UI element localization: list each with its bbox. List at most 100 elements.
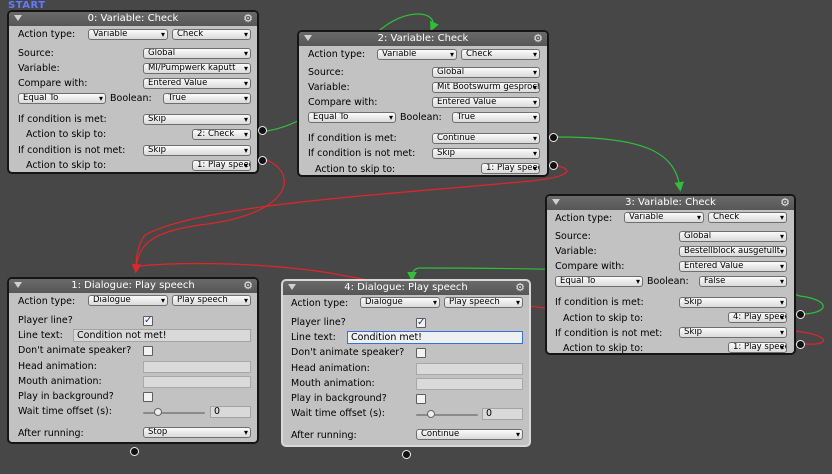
- node-0-variable-check[interactable]: 0: Variable: Check ⚙ Action type: Variabl…: [7, 10, 259, 174]
- wait-offset-field[interactable]: 0: [210, 406, 251, 418]
- line-text-field[interactable]: Condition not met!: [73, 329, 251, 342]
- boolean-dropdown[interactable]: True: [452, 112, 540, 123]
- node-3-not-met-socket[interactable]: [796, 340, 805, 349]
- collapse-triangle-icon[interactable]: [288, 284, 296, 290]
- mouth-animation-label: Mouth animation:: [18, 376, 102, 387]
- operator-dropdown[interactable]: Equal To: [555, 276, 643, 287]
- compare-with-dropdown[interactable]: Entered Value: [679, 261, 787, 272]
- dont-animate-label: Don't animate speaker?: [18, 345, 132, 356]
- action-category-dropdown[interactable]: Dialogue: [88, 295, 168, 306]
- source-dropdown[interactable]: Global: [679, 231, 787, 242]
- variable-dropdown[interactable]: Mit Bootswurm gesprochen: [432, 82, 540, 93]
- action-type-dropdown[interactable]: Check: [708, 212, 787, 223]
- action-category-dropdown[interactable]: Variable: [377, 49, 457, 60]
- if-met-label: If condition is met:: [18, 114, 107, 125]
- wire-2-met-to-3: [557, 136, 684, 192]
- variable-dropdown[interactable]: MI/Pumpwerk kaputt: [143, 63, 251, 74]
- collapse-triangle-icon[interactable]: [304, 35, 312, 41]
- compare-with-dropdown[interactable]: Entered Value: [143, 78, 251, 89]
- gear-icon[interactable]: ⚙: [243, 12, 253, 26]
- if-not-met-label: If condition is not met:: [18, 145, 126, 156]
- gear-icon[interactable]: ⚙: [780, 196, 790, 210]
- met-skip-to-dropdown[interactable]: 2: Check: [192, 129, 251, 140]
- node-header[interactable]: 1: Dialogue: Play speech ⚙: [9, 279, 257, 293]
- node-header[interactable]: 3: Variable: Check ⚙: [547, 196, 794, 210]
- play-background-checkbox[interactable]: [416, 394, 426, 404]
- compare-with-dropdown[interactable]: Entered Value: [432, 97, 540, 108]
- if-not-met-dropdown[interactable]: Skip: [679, 327, 787, 338]
- node-4-out-socket[interactable]: [402, 450, 411, 459]
- node-title: 1: Dialogue: Play speech: [71, 280, 195, 291]
- collapse-triangle-icon[interactable]: [14, 15, 22, 21]
- action-category-dropdown[interactable]: Variable: [624, 212, 704, 223]
- gear-icon[interactable]: ⚙: [243, 279, 253, 293]
- if-met-dropdown[interactable]: Skip: [143, 114, 251, 125]
- node-2-not-met-socket[interactable]: [549, 161, 558, 170]
- skip-to-label: Action to skip to:: [26, 160, 107, 171]
- after-running-dropdown[interactable]: Continue: [416, 429, 523, 440]
- wait-offset-slider[interactable]: [143, 412, 205, 414]
- node-3-variable-check[interactable]: 3: Variable: Check ⚙ Action type: Variabl…: [545, 194, 796, 355]
- gear-icon[interactable]: ⚙: [533, 32, 543, 46]
- wait-offset-slider-knob[interactable]: [427, 410, 435, 418]
- source-dropdown[interactable]: Global: [432, 67, 540, 78]
- if-met-dropdown[interactable]: Skip: [679, 297, 787, 308]
- node-2-met-socket[interactable]: [549, 133, 558, 142]
- after-running-dropdown[interactable]: Stop: [143, 427, 251, 438]
- node-header[interactable]: 0: Variable: Check ⚙: [9, 12, 257, 26]
- not-met-skip-to-dropdown[interactable]: 1: Play speech: [192, 160, 251, 171]
- line-text-field[interactable]: Condition met!: [347, 331, 523, 344]
- node-4-dialogue-play-speech[interactable]: 4: Dialogue: Play speech ⚙ Action type: D…: [281, 279, 531, 447]
- action-type-dropdown[interactable]: Check: [172, 29, 251, 40]
- node-0-not-met-socket[interactable]: [258, 156, 267, 165]
- node-2-variable-check[interactable]: 2: Variable: Check ⚙ Action type: Variabl…: [297, 30, 549, 177]
- wait-offset-slider[interactable]: [416, 414, 478, 416]
- dont-animate-checkbox[interactable]: [416, 348, 426, 358]
- variable-label: Variable:: [18, 63, 60, 74]
- source-label: Source:: [555, 231, 591, 242]
- player-line-checkbox[interactable]: ✓: [143, 316, 153, 326]
- head-animation-field[interactable]: [143, 361, 251, 373]
- not-met-skip-to-dropdown[interactable]: 1: Play speech: [728, 342, 787, 353]
- node-header[interactable]: 4: Dialogue: Play speech ⚙: [283, 281, 529, 295]
- compare-with-label: Compare with:: [18, 78, 88, 89]
- met-skip-to-dropdown[interactable]: 4: Play speech: [728, 312, 787, 323]
- if-not-met-dropdown[interactable]: Skip: [143, 145, 251, 156]
- action-type-label: Action type:: [308, 49, 366, 60]
- wait-offset-label: Wait time offset (s):: [291, 408, 385, 419]
- wait-offset-slider-knob[interactable]: [154, 408, 162, 416]
- action-type-dropdown[interactable]: Check: [461, 49, 540, 60]
- player-line-checkbox[interactable]: ✓: [416, 318, 426, 328]
- not-met-skip-to-dropdown[interactable]: 1: Play speech: [481, 163, 540, 174]
- node-0-met-socket[interactable]: [258, 126, 267, 135]
- if-not-met-dropdown[interactable]: Skip: [432, 148, 540, 159]
- action-category-dropdown[interactable]: Variable: [88, 29, 168, 40]
- mouth-animation-field[interactable]: [143, 376, 251, 388]
- node-header[interactable]: 2: Variable: Check ⚙: [299, 32, 547, 46]
- if-met-dropdown[interactable]: Continue: [432, 133, 540, 144]
- head-animation-field[interactable]: [416, 363, 523, 375]
- operator-dropdown[interactable]: Equal To: [308, 112, 396, 123]
- if-not-met-label: If condition is not met:: [555, 328, 663, 339]
- operator-dropdown[interactable]: Equal To: [18, 93, 106, 104]
- node-1-out-socket[interactable]: [130, 447, 139, 456]
- node-1-dialogue-play-speech[interactable]: 1: Dialogue: Play speech ⚙ Action type: D…: [7, 277, 259, 444]
- dont-animate-checkbox[interactable]: [143, 346, 153, 356]
- line-text-label: Line text:: [18, 330, 63, 341]
- action-type-dropdown[interactable]: Play speech: [172, 295, 251, 306]
- collapse-triangle-icon[interactable]: [552, 199, 560, 205]
- collapse-triangle-icon[interactable]: [14, 282, 22, 288]
- gear-icon[interactable]: ⚙: [515, 281, 525, 295]
- mouth-animation-field[interactable]: [416, 378, 523, 390]
- variable-dropdown[interactable]: Bestellblock ausgefüllt: [679, 246, 787, 257]
- wait-offset-field[interactable]: 0: [482, 408, 523, 420]
- action-category-dropdown[interactable]: Dialogue: [360, 297, 440, 308]
- play-background-checkbox[interactable]: [143, 392, 153, 402]
- boolean-dropdown[interactable]: True: [163, 93, 251, 104]
- source-label: Source:: [18, 48, 54, 59]
- node-3-met-socket[interactable]: [796, 310, 805, 319]
- play-background-label: Play in background?: [291, 393, 387, 404]
- action-type-dropdown[interactable]: Play speech: [444, 297, 523, 308]
- boolean-dropdown[interactable]: False: [699, 276, 787, 287]
- source-dropdown[interactable]: Global: [143, 48, 251, 59]
